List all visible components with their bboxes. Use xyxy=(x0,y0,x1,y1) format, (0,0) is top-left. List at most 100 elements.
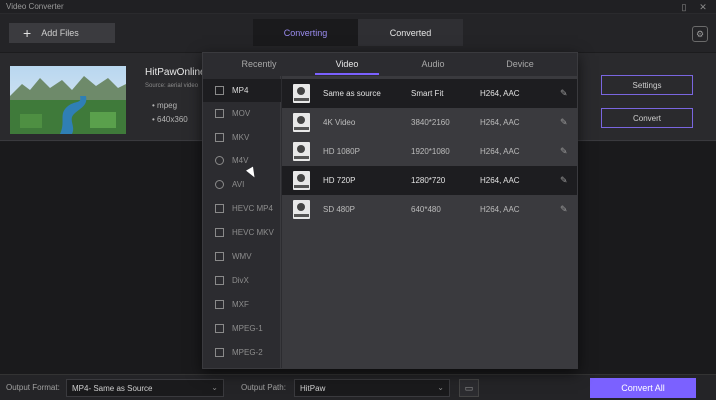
toolbar: + Add Files Converting Converted ⚙ xyxy=(0,14,716,52)
preset-codec: H264, AAC xyxy=(480,89,520,98)
file-source: Source: aerial video xyxy=(145,83,199,89)
file-resolution: • 640x360 xyxy=(152,115,188,124)
add-files-label: Add Files xyxy=(41,28,79,38)
format-item-mxf[interactable]: MXF xyxy=(203,293,281,316)
format-item-mpeg2[interactable]: MPEG-2 xyxy=(203,341,281,364)
format-item-mpeg1[interactable]: MPEG-1 xyxy=(203,317,281,340)
format-item-mkv[interactable]: MKV xyxy=(203,126,281,149)
preset-resolution: Smart Fit xyxy=(411,89,444,98)
video-thumbnail[interactable] xyxy=(10,66,126,134)
format-item-m4v[interactable]: M4V xyxy=(203,149,281,172)
tab-audio[interactable]: Audio xyxy=(393,59,473,69)
tab-device[interactable]: Device xyxy=(480,59,560,69)
preset-row[interactable]: HD 1080P 1920*1080 H264, AAC ✎ xyxy=(282,137,577,166)
app-title: Video Converter xyxy=(6,2,64,11)
video-format-icon xyxy=(215,86,224,95)
video-format-icon xyxy=(215,133,224,142)
edit-icon[interactable]: ✎ xyxy=(560,146,568,157)
preset-name: HD 720P xyxy=(323,176,356,185)
format-item-divx[interactable]: DivX xyxy=(203,269,281,292)
preset-resolution: 3840*2160 xyxy=(411,118,450,127)
preset-name: SD 480P xyxy=(323,205,356,214)
format-label: AVI xyxy=(232,180,245,189)
video-format-icon xyxy=(215,180,224,189)
video-format-icon xyxy=(215,228,224,237)
help-icon[interactable]: ▯ xyxy=(678,1,690,13)
video-format-icon xyxy=(215,156,224,165)
video-format-icon xyxy=(215,348,224,357)
preset-name: Same as source xyxy=(323,89,381,98)
preset-resolution: 1280*720 xyxy=(411,176,446,185)
format-item-hevc-mkv[interactable]: HEVC MKV xyxy=(203,221,281,244)
format-item-hevc-mp4[interactable]: HEVC MP4 xyxy=(203,197,281,220)
preset-name: HD 1080P xyxy=(323,147,360,156)
preset-name: 4K Video xyxy=(323,118,356,127)
preset-file-icon xyxy=(293,142,310,161)
format-label: MP4 xyxy=(232,86,249,95)
format-label: MPEG-1 xyxy=(232,324,263,333)
format-label: MPEG-2 xyxy=(232,348,263,357)
file-resolution-value: 640x360 xyxy=(157,115,188,124)
format-label: MKV xyxy=(232,133,250,142)
format-item-avi[interactable]: AVI xyxy=(203,173,281,196)
file-format: • mpeg xyxy=(152,101,178,110)
format-label: WMV xyxy=(232,252,252,261)
title-bar: Video Converter ▯ ✕ xyxy=(0,0,716,14)
bottom-bar: Output Format: MP4- Same as Source ⌄ Out… xyxy=(0,374,716,400)
tab-video[interactable]: Video xyxy=(307,59,387,69)
preset-row[interactable]: 4K Video 3840*2160 H264, AAC ✎ xyxy=(282,108,577,137)
format-label: HEVC MKV xyxy=(232,228,274,237)
output-path-select[interactable]: HitPaw ⌄ xyxy=(294,379,450,397)
preset-file-icon xyxy=(293,84,310,103)
video-format-icon xyxy=(215,252,224,261)
format-label: MXF xyxy=(232,300,249,309)
tab-converting[interactable]: Converting xyxy=(253,19,358,46)
convert-all-button[interactable]: Convert All xyxy=(590,378,696,398)
preset-codec: H264, AAC xyxy=(480,205,520,214)
preset-codec: H264, AAC xyxy=(480,147,520,156)
close-icon[interactable]: ✕ xyxy=(697,1,709,13)
output-path-value: HitPaw xyxy=(300,383,326,393)
format-item-mov[interactable]: MOV xyxy=(203,102,281,125)
edit-icon[interactable]: ✎ xyxy=(560,204,568,215)
tab-converted[interactable]: Converted xyxy=(358,19,463,46)
preset-list: Same as source Smart Fit H264, AAC ✎ 4K … xyxy=(282,76,577,368)
preset-resolution: 640*480 xyxy=(411,205,441,214)
preset-row[interactable]: SD 480P 640*480 H264, AAC ✎ xyxy=(282,195,577,224)
video-format-icon xyxy=(215,109,224,118)
settings-button[interactable]: Settings xyxy=(601,75,693,95)
format-item-mp4[interactable]: MP4 xyxy=(203,79,281,102)
tab-recently[interactable]: Recently xyxy=(219,59,299,69)
format-label: MOV xyxy=(232,109,251,118)
hardware-acceleration-icon[interactable]: ⚙ xyxy=(692,26,708,42)
folder-icon[interactable]: ▭ xyxy=(459,379,479,397)
active-tab-indicator xyxy=(315,73,379,75)
chevron-down-icon: ⌄ xyxy=(437,383,444,392)
video-format-icon xyxy=(215,300,224,309)
format-list: MP4 MOV MKV M4V AVI HEVC MP4 HEVC MKV WM… xyxy=(203,76,281,368)
preset-codec: H264, AAC xyxy=(480,118,520,127)
preset-resolution: 1920*1080 xyxy=(411,147,450,156)
format-label: DivX xyxy=(232,276,249,285)
output-path-label: Output Path: xyxy=(241,383,286,392)
format-tabs: Recently Video Audio Device xyxy=(203,53,577,76)
output-format-label: Output Format: xyxy=(6,383,60,392)
output-format-value: MP4- Same as Source xyxy=(72,383,153,393)
edit-icon[interactable]: ✎ xyxy=(560,88,568,99)
preset-row[interactable]: Same as source Smart Fit H264, AAC ✎ xyxy=(282,79,577,108)
preset-file-icon xyxy=(293,171,310,190)
format-label: M4V xyxy=(232,156,249,165)
output-format-select[interactable]: MP4- Same as Source ⌄ xyxy=(66,379,224,397)
video-format-icon xyxy=(215,324,224,333)
video-format-icon xyxy=(215,204,224,213)
convert-button[interactable]: Convert xyxy=(601,108,693,128)
format-item-wmv[interactable]: WMV xyxy=(203,245,281,268)
format-label: HEVC MP4 xyxy=(232,204,273,213)
preset-file-icon xyxy=(293,200,310,219)
preset-row[interactable]: HD 720P 1280*720 H264, AAC ✎ xyxy=(282,166,577,195)
file-format-value: mpeg xyxy=(157,101,178,110)
add-files-button[interactable]: + Add Files xyxy=(9,23,115,43)
edit-icon[interactable]: ✎ xyxy=(560,175,568,186)
edit-icon[interactable]: ✎ xyxy=(560,117,568,128)
preset-codec: H264, AAC xyxy=(480,176,520,185)
